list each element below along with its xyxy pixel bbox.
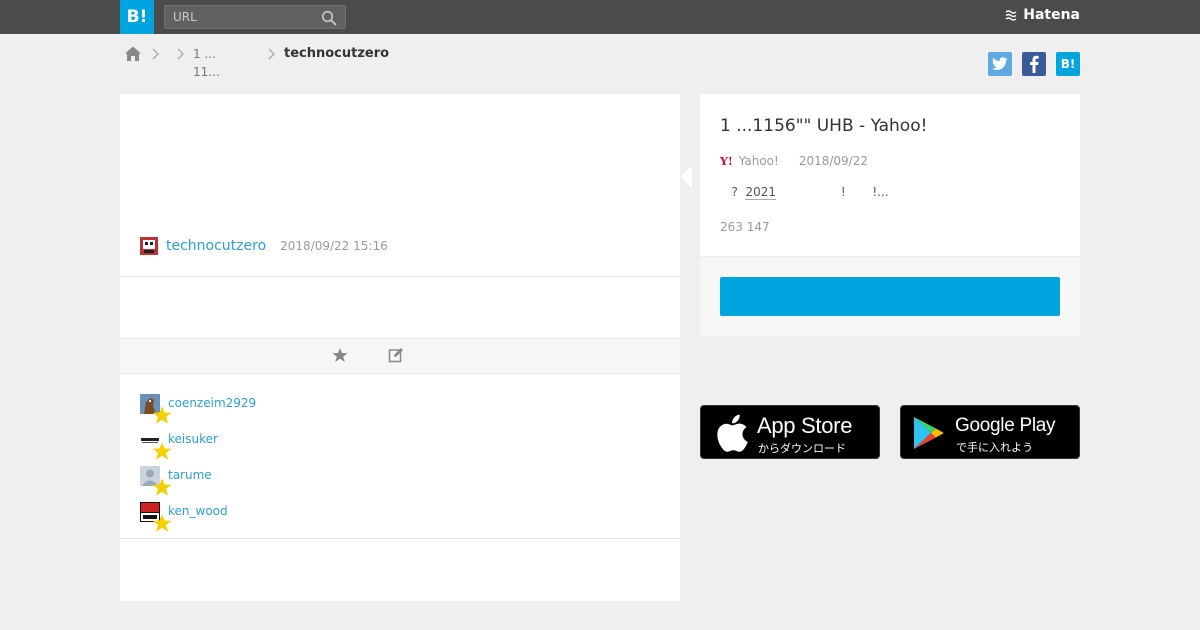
list-item: ken_wood	[140, 502, 256, 538]
hatena-bookmark-logo[interactable]: B!	[120, 0, 154, 34]
entry-author-row: technocutzero 2018/09/22 15:16	[140, 236, 388, 256]
star-icon	[152, 442, 172, 460]
breadcrumb-line-1: 1 ...	[193, 47, 216, 61]
article-date: 2018/09/22	[798, 154, 868, 168]
star-icon	[152, 406, 172, 424]
view-entry-button[interactable]	[720, 277, 1060, 316]
user-name-link[interactable]: coenzeim2929	[168, 394, 256, 412]
hatena-brand-link[interactable]: Hatena	[1005, 7, 1080, 23]
user-name-link[interactable]: tarume	[168, 466, 212, 484]
description-text: ?	[720, 185, 746, 199]
breadcrumb-item-category[interactable]: 1 ... 11...	[193, 45, 220, 81]
app-store-subtitle: からダウンロード	[758, 442, 846, 455]
chevron-right-icon	[177, 48, 184, 60]
entry-timestamp: 2018/09/22 15:16	[280, 239, 388, 253]
user-name-link[interactable]: ken_wood	[168, 502, 228, 520]
search-icon[interactable]	[321, 10, 337, 26]
chevron-right-icon	[268, 48, 275, 60]
hatena-mark-icon	[1005, 10, 1017, 21]
list-item: keisuker	[140, 430, 256, 466]
avatar[interactable]	[140, 466, 172, 496]
bookmark-counts: 263 147	[720, 220, 770, 234]
star-icon	[152, 514, 172, 532]
article-description: ? 2021 ! !...	[720, 185, 889, 200]
search-box	[164, 5, 346, 29]
user-name-link[interactable]: keisuker	[168, 430, 218, 448]
entry-panel: technocutzero 2018/09/22 15:16 coenzeim2…	[120, 94, 680, 601]
divider	[120, 276, 680, 277]
google-play-subtitle: で手に入れよう	[956, 441, 1033, 454]
brand-name: Hatena	[1023, 7, 1080, 23]
google-play-icon	[914, 417, 944, 449]
avatar[interactable]	[140, 430, 172, 460]
hatena-bookmark-share-button[interactable]: B!	[1056, 52, 1080, 76]
star-icon	[152, 478, 172, 496]
author-name-link[interactable]: technocutzero	[166, 238, 266, 254]
avatar[interactable]	[140, 237, 158, 255]
article-title-link[interactable]: 1 ...1156"" UHB - Yahoo!	[720, 114, 927, 138]
avatar[interactable]	[140, 502, 172, 532]
entry-action-bar	[120, 338, 680, 374]
facebook-share-button[interactable]	[1022, 52, 1046, 76]
article-meta: Y! Yahoo! 2018/09/22	[720, 154, 868, 168]
divider	[120, 538, 680, 539]
app-store-title: App Store	[757, 413, 853, 438]
list-item: tarume	[140, 466, 256, 502]
list-item: coenzeim2929	[140, 394, 256, 430]
top-bar: B! Hatena	[0, 0, 1200, 34]
article-source[interactable]: Yahoo!	[739, 154, 779, 168]
logo-text: B!	[126, 7, 148, 27]
url-search-input[interactable]	[165, 6, 315, 28]
twitter-share-button[interactable]	[988, 52, 1012, 76]
google-play-title: Google Play	[955, 415, 1056, 436]
description-text: ! !...	[776, 185, 889, 199]
description-keyword-link[interactable]: 2021	[745, 185, 776, 200]
breadcrumb-line-2: 11...	[193, 65, 220, 79]
star-icon[interactable]	[332, 347, 348, 363]
chevron-right-icon	[152, 48, 159, 60]
panel-pointer	[680, 166, 692, 188]
hatena-share-label: B!	[1060, 57, 1076, 71]
article-card-footer	[700, 256, 1080, 336]
yahoo-favicon-icon: Y!	[720, 154, 733, 168]
avatar[interactable]	[140, 394, 172, 424]
facebook-icon	[1030, 55, 1039, 73]
home-icon[interactable]	[124, 45, 142, 63]
app-store-badge[interactable]: App Store からダウンロード	[700, 405, 880, 459]
article-card: 1 ...1156"" UHB - Yahoo! Y! Yahoo! 2018/…	[700, 94, 1080, 336]
edit-icon[interactable]	[388, 347, 404, 363]
twitter-icon	[992, 57, 1008, 70]
breadcrumb-current: technocutzero	[284, 46, 390, 61]
star-users-list: coenzeim2929 keisuker tarume ken_wood	[140, 394, 256, 538]
apple-icon	[717, 414, 748, 452]
google-play-badge[interactable]: Google Play で手に入れよう	[900, 405, 1080, 459]
